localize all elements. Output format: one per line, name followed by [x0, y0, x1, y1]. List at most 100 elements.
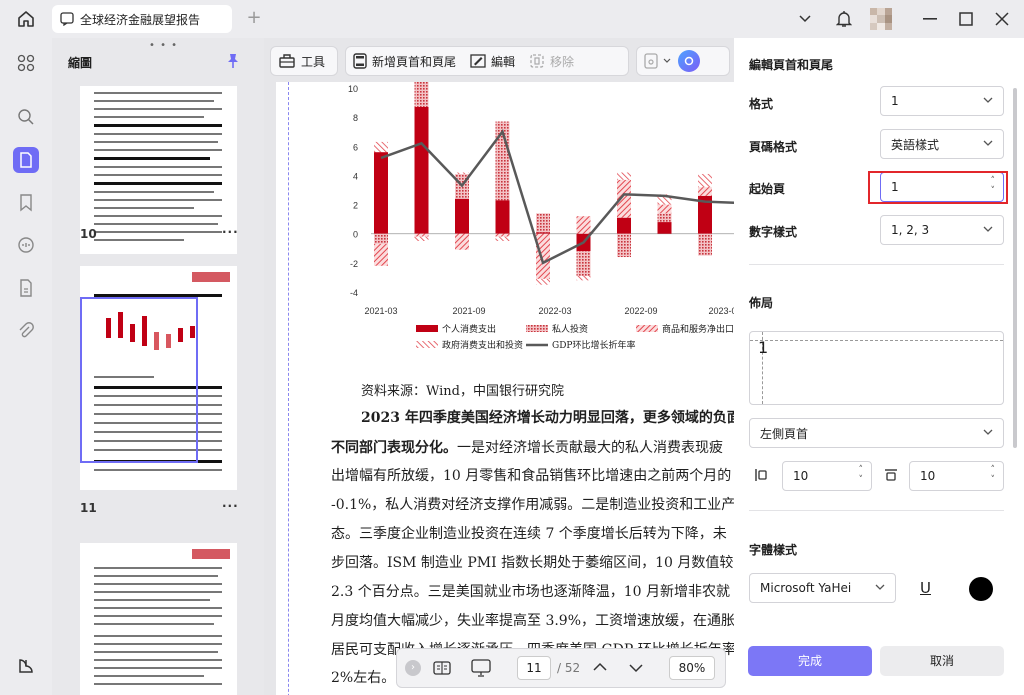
- y-tick-label: 4: [353, 171, 358, 181]
- legend-label: GDP环比增长折年率: [552, 339, 635, 351]
- app-logo-icon[interactable]: [13, 653, 39, 679]
- preview-page-number: 1: [758, 338, 769, 357]
- home-icon[interactable]: [14, 8, 38, 30]
- page-thumbnail-10[interactable]: [80, 86, 237, 254]
- font-select[interactable]: Microsoft YaHei: [749, 573, 896, 603]
- document-tab[interactable]: 全球经济金融展望报告: [52, 5, 232, 33]
- panel-title: 編輯頁首和頁尾: [749, 58, 834, 72]
- tools-button[interactable]: 工具: [271, 46, 332, 76]
- page-number-input[interactable]: 11: [517, 656, 551, 680]
- chevron-down-icon: [983, 97, 993, 103]
- apps-grid-icon[interactable]: [13, 50, 39, 76]
- cancel-button[interactable]: 取消: [880, 646, 1004, 676]
- left-margin-stepper[interactable]: 10 ˄ ˅: [782, 461, 872, 491]
- bar-segment: [374, 152, 388, 234]
- bar-segment: [374, 233, 388, 244]
- bell-icon[interactable]: [834, 9, 854, 29]
- next-page-icon[interactable]: [629, 662, 643, 676]
- top-margin-value: 10: [920, 469, 936, 483]
- minimize-icon[interactable]: [920, 9, 940, 29]
- pin-icon[interactable]: [226, 53, 240, 72]
- left-rail: [0, 38, 52, 695]
- tab-title: 全球经济金融展望报告: [80, 12, 201, 27]
- y-tick-label: 0: [353, 230, 358, 240]
- bar-segment: [698, 233, 712, 256]
- close-icon[interactable]: [992, 9, 1012, 29]
- attachment-doc-icon[interactable]: [13, 275, 39, 301]
- y-tick-label: 8: [353, 113, 358, 123]
- page-format-select[interactable]: 英語樣式: [880, 129, 1004, 159]
- number-style-select[interactable]: 1, 2, 3: [880, 215, 1004, 245]
- legend-label: 个人消费支出: [442, 323, 496, 335]
- comment-icon[interactable]: [13, 232, 39, 258]
- maximize-icon[interactable]: [956, 9, 976, 29]
- new-tab-plus-icon[interactable]: +: [244, 8, 264, 28]
- ai-assistant-icon[interactable]: [678, 50, 700, 72]
- page-header-icon: [353, 53, 367, 69]
- page-format-value: 英語樣式: [891, 137, 940, 152]
- chat-doc-icon: [60, 12, 74, 26]
- presentation-icon[interactable]: [471, 659, 491, 680]
- body-line: 不同部门表现分化。一是对经济增长贡献最大的私人消费表现疲: [331, 440, 723, 456]
- remove-button[interactable]: 移除: [522, 46, 581, 76]
- y-tick-label: -4: [350, 288, 358, 298]
- add-header-footer-label: 新增頁首和頁尾: [372, 54, 457, 69]
- bar-segment: [414, 236, 429, 241]
- x-tick-label: 2021-09: [452, 306, 485, 316]
- search-icon[interactable]: [13, 104, 39, 130]
- paperclip-icon[interactable]: [13, 318, 39, 344]
- format-select[interactable]: 1: [880, 86, 1004, 116]
- stepper-arrows-icon[interactable]: ˄ ˅: [859, 465, 864, 485]
- page-thumbnail-12[interactable]: [80, 543, 237, 695]
- body-line: 月度均值大幅减少，失业率提高至 3.9%，工资增速放缓，在通胀: [331, 613, 734, 629]
- layout-preview[interactable]: 1: [749, 331, 1004, 405]
- position-select[interactable]: 左側頁首: [749, 418, 1004, 448]
- document-page: 10 8 6 4 2 0 -2 -4 2021-03 2021-09 2022-03 2022-09 2…: [276, 82, 734, 695]
- bar-segment: [455, 172, 469, 174]
- bar-segment: [536, 233, 550, 279]
- stepper-arrows-icon[interactable]: ˄ ˅: [991, 465, 996, 485]
- format-value: 1: [891, 94, 899, 108]
- divider: [749, 510, 1004, 511]
- thumbnails-page-icon[interactable]: [13, 147, 39, 173]
- chart: 10 8 6 4 2 0 -2 -4 2021-03 2021-09 2022-03 2022-09 2…: [348, 82, 734, 351]
- legend-swatch: [416, 341, 438, 348]
- format-label: 格式: [749, 97, 774, 111]
- previous-page-icon[interactable]: [593, 661, 607, 675]
- left-margin-icon: [754, 468, 768, 485]
- panel-scrollbar[interactable]: [1013, 88, 1017, 448]
- gdp-line: [380, 129, 734, 265]
- x-tick-label: 2021-03: [364, 306, 397, 316]
- page-navigation-bar: › 11 / 52 80%: [396, 648, 726, 688]
- collapse-arrow-icon[interactable]: ›: [405, 660, 421, 676]
- bar-segment: [576, 216, 591, 234]
- save-menu-button[interactable]: [637, 46, 678, 76]
- body-line: 步回落。ISM 制造业 PMI 指数长期处于萎缩区间，10 月数值较上: [331, 555, 734, 571]
- header-footer-selection-box[interactable]: [80, 297, 198, 463]
- avatar[interactable]: [870, 8, 892, 30]
- save-toolbar: [636, 46, 730, 76]
- bar-segment: [414, 82, 429, 107]
- underline-toggle[interactable]: U: [920, 579, 931, 597]
- chevron-down-icon[interactable]: [795, 9, 815, 29]
- body-line: 2.3 个百分点。三是美国就业市场也逐渐降温，10 月新增非农就: [331, 584, 730, 600]
- page-10-more-icon[interactable]: ···: [222, 225, 239, 239]
- add-header-footer-button[interactable]: 新增頁首和頁尾: [346, 46, 463, 76]
- page-11-more-icon[interactable]: ···: [222, 499, 239, 513]
- edit-icon: [470, 54, 486, 68]
- done-button[interactable]: 完成: [748, 646, 872, 676]
- zoom-level[interactable]: 80%: [669, 656, 715, 680]
- divider: [749, 264, 1004, 265]
- body-line: 2023 年四季度美国经济增长动力明显回落，更多领域的负面: [361, 410, 734, 426]
- reading-mode-icon[interactable]: [433, 660, 451, 679]
- drag-grip[interactable]: • • •: [149, 40, 178, 51]
- page-number-11: 11: [80, 501, 97, 515]
- bar-segment: [495, 236, 510, 241]
- top-margin-stepper[interactable]: 10 ˄ ˅: [909, 461, 1004, 491]
- y-tick-label: 10: [348, 84, 358, 94]
- bookmark-icon[interactable]: [13, 190, 39, 216]
- y-tick-label: -2: [350, 259, 358, 269]
- edit-button[interactable]: 編輯: [463, 46, 522, 76]
- body-line: 态。三季度企业制造业投资在连续 7 个季度增长后转为下降，未: [331, 526, 727, 542]
- font-color-swatch[interactable]: [969, 577, 993, 601]
